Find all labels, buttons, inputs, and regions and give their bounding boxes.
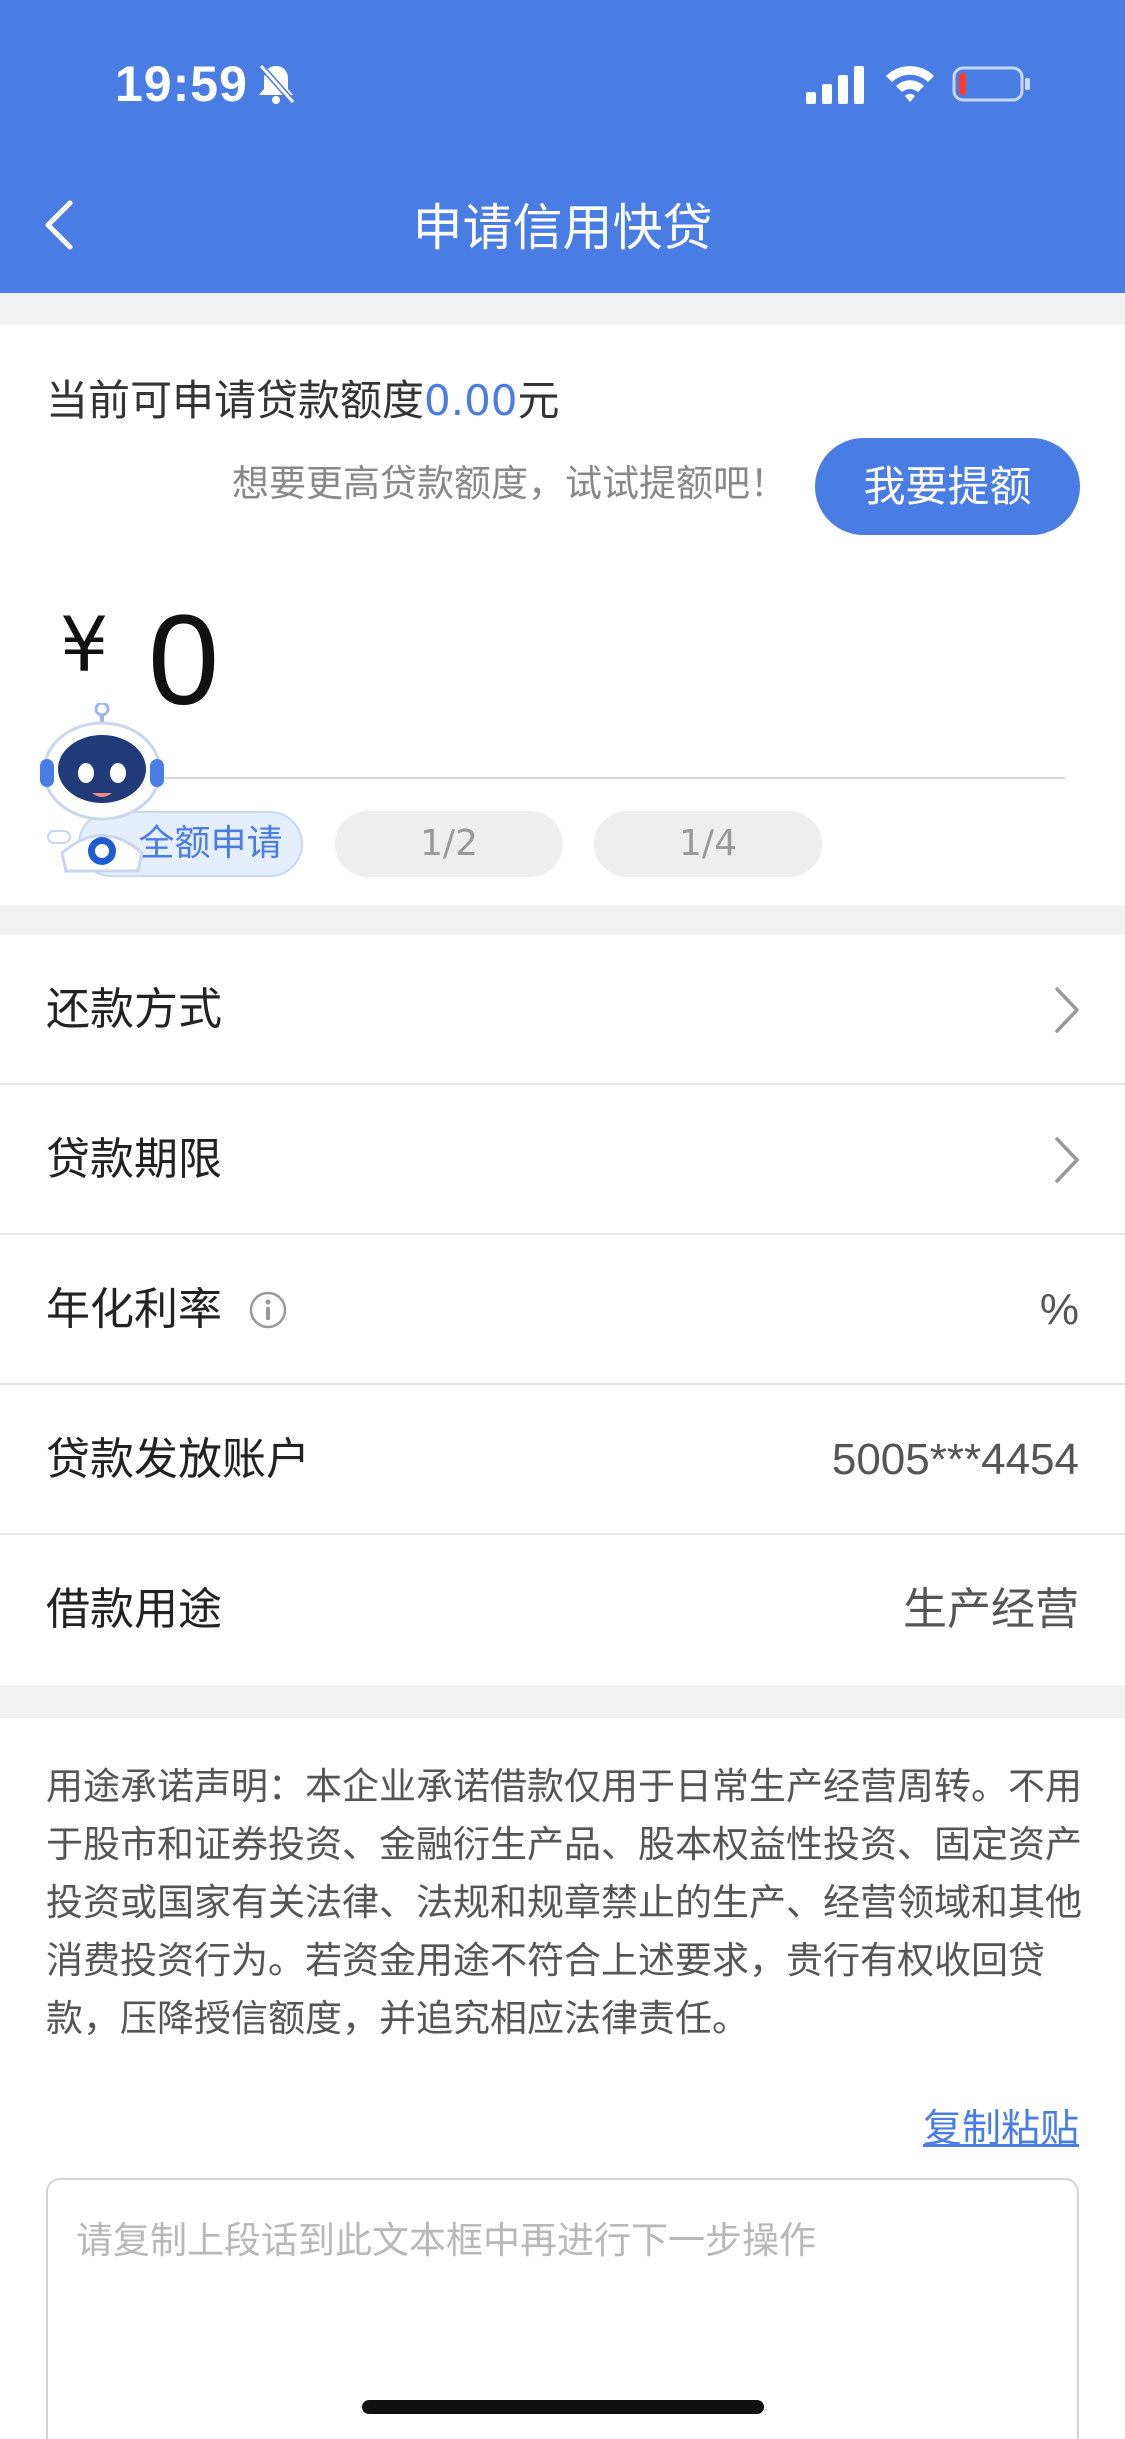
available-quota-label: 当前可申请贷款额度 xyxy=(46,376,425,425)
loan-term-row[interactable]: 贷款期限 xyxy=(0,1085,1125,1235)
available-quota-amount: 0.00 xyxy=(424,376,518,425)
currency-symbol: ¥ xyxy=(60,600,109,689)
chevron-right-icon xyxy=(1055,987,1079,1033)
loan-purpose-value: 生产经营 xyxy=(903,1584,1079,1635)
declaration-card: 用途承诺声明：本企业承诺借款仅用于日常生产经营周转。不用于股市和证券投资、金融衍… xyxy=(0,1718,1125,2439)
loan-term-label: 贷款期限 xyxy=(46,1134,222,1185)
bell-slash-icon xyxy=(258,64,296,104)
raise-quota-button[interactable]: 我要提额 xyxy=(815,438,1080,535)
page-title: 申请信用快贷 xyxy=(412,199,713,257)
amount-underline xyxy=(90,777,1065,779)
disbursement-account-value: 5005***4454 xyxy=(831,1435,1079,1484)
available-quota-unit: 元 xyxy=(517,376,560,425)
annual-rate-value: % xyxy=(1039,1285,1079,1334)
wifi-icon xyxy=(886,66,934,102)
annual-rate-row: 年化利率 % xyxy=(0,1235,1125,1385)
purpose-declaration-text: 用途承诺声明：本企业承诺借款仅用于日常生产经营周转。不用于股市和证券投资、金融衍… xyxy=(46,1765,1082,2040)
battery-low-icon xyxy=(952,66,1030,102)
copy-paste-link[interactable]: 复制粘贴 xyxy=(923,2098,1079,2154)
quota-card: 当前可申请贷款额度0.00元 想要更高贷款额度，试试提额吧！ 我要提额 ¥ 0 … xyxy=(0,325,1125,905)
disbursement-account-label: 贷款发放账户 xyxy=(46,1434,310,1485)
available-quota: 当前可申请贷款额度0.00元 xyxy=(46,367,560,428)
raise-quota-hint: 想要更高贷款额度，试试提额吧！ xyxy=(232,462,787,505)
repayment-method-row[interactable]: 还款方式 xyxy=(0,935,1125,1085)
textarea-placeholder: 请复制上段话到此文本框中再进行下一步操作 xyxy=(76,2219,816,2262)
loan-form-list: 还款方式 贷款期限 年化利率 % 贷款发放账户 5005***4454 借款用途… xyxy=(0,935,1125,1685)
loan-purpose-row: 借款用途 生产经营 xyxy=(0,1535,1125,1685)
disbursement-account-row: 贷款发放账户 5005***4454 xyxy=(0,1385,1125,1535)
loan-purpose-label: 借款用途 xyxy=(46,1584,222,1635)
chevron-right-icon xyxy=(1055,1137,1079,1183)
repayment-method-label: 还款方式 xyxy=(46,984,222,1035)
option-half-amount[interactable]: 1/2 xyxy=(335,811,563,877)
info-icon[interactable] xyxy=(248,1290,288,1330)
option-quarter-amount[interactable]: 1/4 xyxy=(594,811,822,877)
annual-rate-label: 年化利率 xyxy=(46,1284,222,1335)
status-time: 19:59 xyxy=(115,56,248,112)
assistant-robot-icon[interactable] xyxy=(40,703,170,878)
top-bar: 19:59 申请信用快贷 xyxy=(0,0,1125,293)
status-bar: 19:59 xyxy=(0,0,1125,170)
home-indicator xyxy=(362,2400,764,2414)
signal-icon xyxy=(806,66,864,104)
